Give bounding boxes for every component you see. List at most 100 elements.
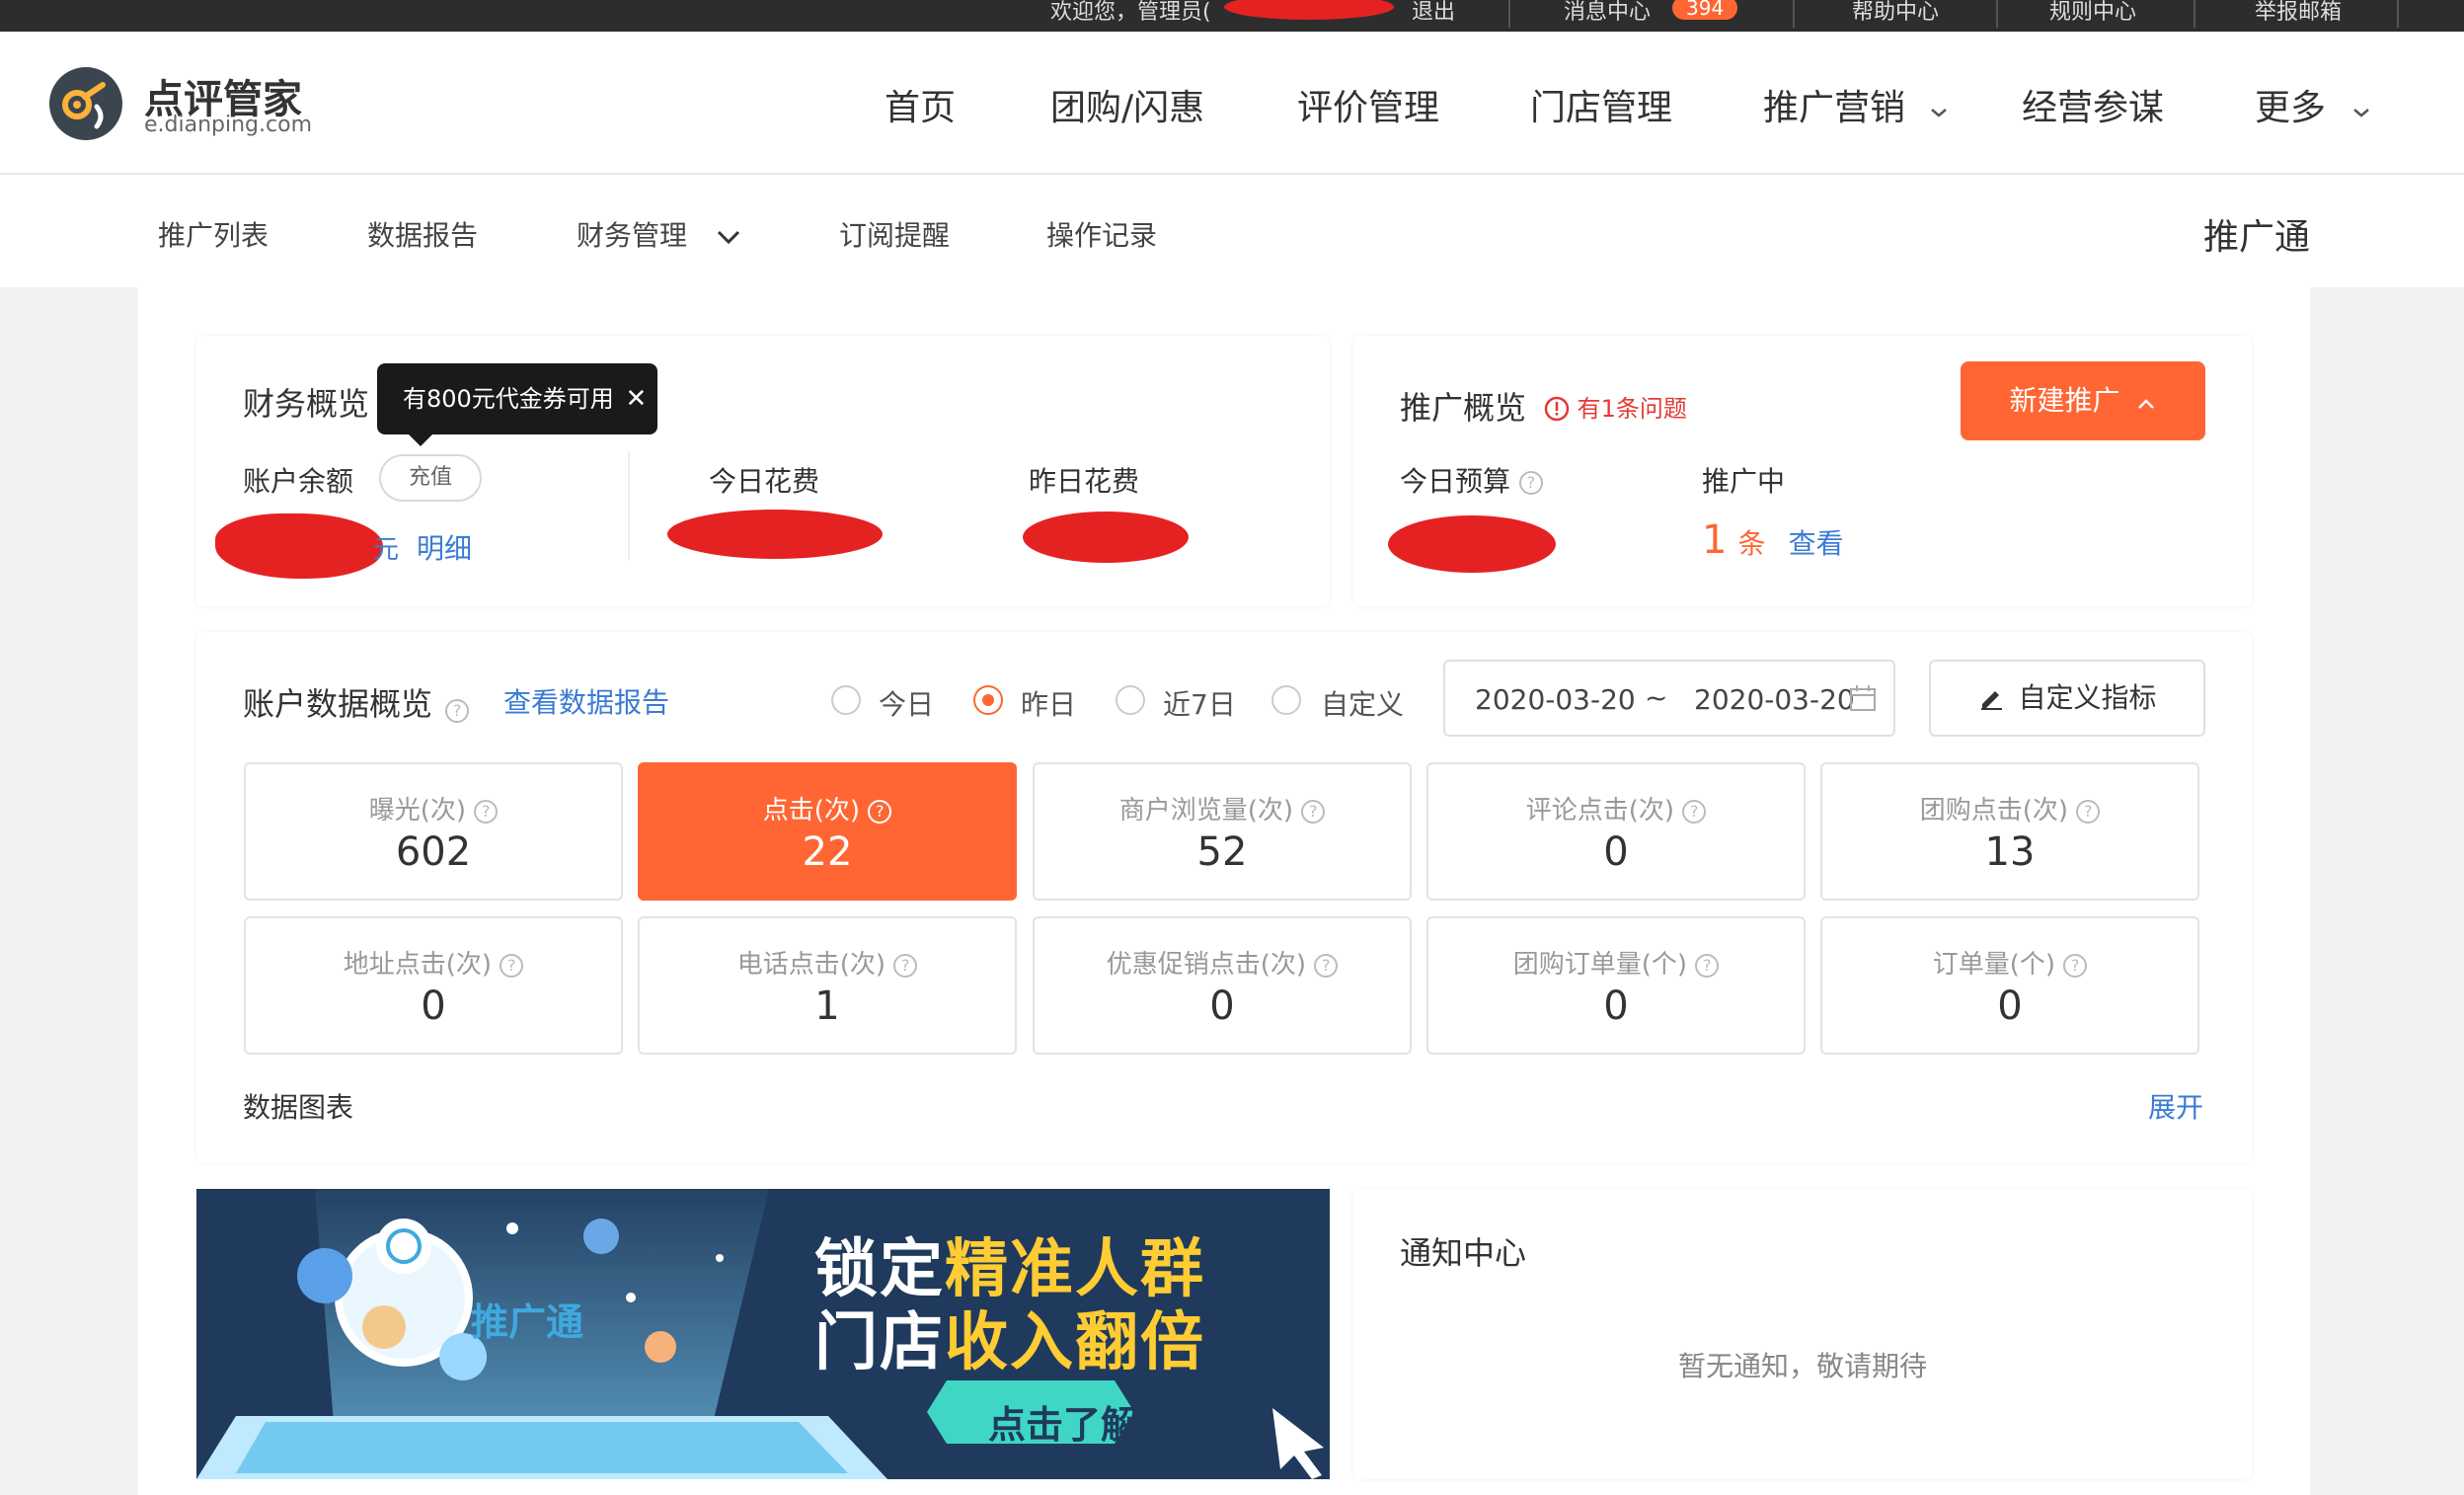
metric-value: 52 [1196, 829, 1248, 875]
message-center-link[interactable]: 消息中心 [1564, 0, 1651, 26]
expand-link[interactable]: 展开 [2148, 1086, 2203, 1126]
logo-icon[interactable] [49, 67, 122, 140]
metric-phone-clicks[interactable]: 电话点击(次) ? 1 [638, 916, 1017, 1055]
edit-icon [1980, 691, 2002, 710]
help-icon[interactable]: ? [1682, 799, 1707, 824]
nav-marketing-label: 推广营销 [1763, 88, 1906, 128]
subnav-promo-list[interactable]: 推广列表 [158, 214, 269, 254]
custom-metrics-label: 自定义指标 [2018, 681, 2157, 714]
metric-groupbuy-orders[interactable]: 团购订单量(个) ? 0 [1426, 916, 1806, 1055]
nav-more[interactable]: 更多 [2255, 79, 2372, 130]
promo-banner[interactable]: 推广通 锁定精准人群 门店收入翻倍 点击了解详情 [196, 1189, 1330, 1479]
help-center-link[interactable]: 帮助中心 [1852, 0, 1939, 26]
view-running-link[interactable]: 查看 [1789, 527, 1844, 560]
banner-cta[interactable]: 点击了解详情 [988, 1394, 1213, 1449]
chevron-down-icon [717, 230, 739, 245]
product-name: 推广通 [2202, 217, 2310, 258]
custom-metrics-button[interactable]: 自定义指标 [1929, 660, 2205, 737]
welcome-text: 欢迎您，管理员( [1050, 0, 1211, 25]
range-7days-radio[interactable] [1116, 685, 1145, 715]
divider [628, 452, 630, 561]
nav-home[interactable]: 首页 [885, 79, 956, 130]
metric-promo-clicks[interactable]: 优惠促销点击(次) ? 0 [1033, 916, 1412, 1055]
subnav-operation-log[interactable]: 操作记录 [1046, 214, 1157, 254]
rules-center-link[interactable]: 规则中心 [2049, 0, 2136, 26]
help-icon[interactable]: ? [893, 953, 918, 978]
logo-subtitle: e.dianping.com [144, 113, 312, 137]
range-today-label[interactable]: 今日 [879, 683, 934, 723]
promo-issue[interactable]: 有1条问题 [1544, 389, 1687, 424]
help-icon[interactable]: ? [868, 799, 892, 824]
metric-value: 602 [395, 829, 472, 875]
metric-label: 优惠促销点击(次) ? [1035, 944, 1410, 981]
report-email-link[interactable]: 举报邮箱 [2255, 0, 2342, 26]
help-icon[interactable]: ? [1314, 953, 1339, 978]
subnav-finance[interactable]: 财务管理 [577, 214, 741, 254]
redacted-username [1224, 0, 1394, 20]
metric-groupbuy-clicks[interactable]: 团购点击(次) ? 13 [1820, 762, 2199, 901]
date-to[interactable]: 2020-03-20 [1694, 683, 1855, 716]
help-icon[interactable]: ? [2076, 799, 2101, 824]
new-promo-button[interactable]: 新建推广 [1961, 361, 2205, 440]
metric-value: 0 [1603, 984, 1629, 1029]
logout-link[interactable]: 退出 [1412, 0, 1455, 26]
redacted-yesterday-cost [1023, 511, 1189, 563]
help-icon[interactable]: ? [2063, 953, 2088, 978]
warning-icon [1544, 396, 1570, 422]
metric-value: 1 [814, 984, 840, 1029]
redacted-budget [1388, 515, 1556, 573]
detail-link[interactable]: 明细 [417, 527, 472, 567]
subnav-data-report[interactable]: 数据报告 [367, 214, 478, 254]
account-title-row: 账户数据概览 ? [243, 679, 470, 725]
help-icon[interactable]: ? [445, 698, 470, 723]
help-icon[interactable]: ? [500, 953, 524, 978]
date-range-picker[interactable]: 2020-03-20 ~ 2020-03-20 [1443, 660, 1895, 737]
finance-title: 财务概览 [243, 385, 370, 423]
redacted-today-cost [667, 510, 883, 559]
range-yesterday-radio[interactable] [973, 685, 1003, 715]
balance-label: 账户余额 [243, 465, 354, 498]
account-title: 账户数据概览 [243, 685, 433, 723]
help-icon[interactable]: ? [474, 799, 499, 824]
sub-navigation: 推广列表 数据报告 财务管理 订阅提醒 操作记录 推广通 [0, 175, 2464, 287]
balance-unit: 元 [373, 535, 400, 565]
help-icon[interactable]: ? [1518, 471, 1543, 495]
calendar-icon[interactable] [1848, 683, 1878, 713]
metric-clicks[interactable]: 点击(次) ? 22 [638, 762, 1017, 901]
range-custom-label[interactable]: 自定义 [1321, 683, 1404, 723]
subnav-subscription[interactable]: 订阅提醒 [839, 214, 950, 254]
divider [1793, 0, 1795, 28]
help-icon[interactable]: ? [1301, 799, 1326, 824]
nav-reviews[interactable]: 评价管理 [1297, 79, 1439, 130]
metric-impressions[interactable]: 曝光(次) ? 602 [244, 762, 623, 901]
metric-review-clicks[interactable]: 评论点击(次) ? 0 [1426, 762, 1806, 901]
range-custom-radio[interactable] [1271, 685, 1301, 715]
range-7days-label[interactable]: 近7日 [1163, 683, 1236, 723]
help-icon[interactable]: ? [1695, 953, 1720, 978]
close-icon[interactable]: ✕ [625, 384, 647, 414]
promo-issue-text: 有1条问题 [1577, 395, 1687, 423]
notice-empty-text: 暂无通知，敬请期待 [1678, 1350, 1928, 1382]
metric-label: 团购订单量(个) ? [1428, 944, 1804, 981]
nav-marketing[interactable]: 推广营销 [1763, 79, 1950, 130]
chevron-down-icon [1931, 109, 1948, 118]
chevron-down-icon [2353, 109, 2370, 118]
chevron-up-icon [2138, 399, 2155, 409]
running-count-row: 1 条 查看 [1702, 517, 1844, 563]
range-yesterday-label[interactable]: 昨日 [1021, 683, 1076, 723]
divider [2397, 0, 2399, 28]
recharge-button[interactable]: 充值 [379, 454, 482, 502]
nav-insights[interactable]: 经营参谋 [2022, 79, 2164, 130]
range-today-radio[interactable] [831, 685, 861, 715]
metric-value: 13 [1984, 829, 2036, 875]
nav-groupbuy[interactable]: 团购/闪惠 [1050, 79, 1204, 130]
metric-orders[interactable]: 订单量(个) ? 0 [1820, 916, 2199, 1055]
nav-stores[interactable]: 门店管理 [1530, 79, 1672, 130]
message-count-badge: 394 [1672, 0, 1738, 20]
metric-store-views[interactable]: 商户浏览量(次) ? 52 [1033, 762, 1412, 901]
nav-more-label: 更多 [2255, 88, 2327, 128]
view-report-link[interactable]: 查看数据报告 [503, 681, 669, 721]
metric-address-clicks[interactable]: 地址点击(次) ? 0 [244, 916, 623, 1055]
date-from[interactable]: 2020-03-20 [1475, 683, 1636, 716]
main-header: 点评管家 e.dianping.com 首页 团购/闪惠 评价管理 门店管理 推… [0, 32, 2464, 175]
